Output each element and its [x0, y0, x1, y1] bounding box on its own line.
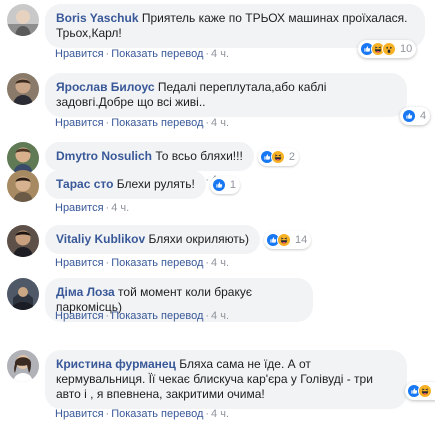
- comment-actions: Нравится·Показать перевод·4 ч.: [55, 310, 229, 322]
- comment-actions: Нравится·Показать перевод·4 ч.: [55, 48, 229, 60]
- show-translation-link[interactable]: Показать перевод: [111, 48, 203, 60]
- comment-actions: Нравится · 4 ч.: [55, 202, 129, 214]
- comment: Діма Лоза той момент коли бракує паркомі…: [0, 278, 435, 326]
- reaction-count: 1: [229, 178, 236, 191]
- separator: ·: [205, 257, 210, 269]
- comment: Тарас сто Блехи рулять! 1 Нравится · 4 ч.: [0, 170, 435, 218]
- show-translation-link[interactable]: Показать перевод: [111, 257, 203, 269]
- avatar[interactable]: [7, 73, 39, 105]
- avatar[interactable]: [7, 170, 39, 202]
- comment-author[interactable]: Діма Лоза: [56, 285, 115, 299]
- comment: Vitaliy Kublikov Бляхи окриляють) 14 Нрави…: [0, 225, 435, 273]
- reaction-summary[interactable]: 2: [257, 147, 299, 166]
- avatar[interactable]: [7, 225, 39, 257]
- show-translation-link[interactable]: Показать перевод: [111, 117, 203, 129]
- separator: ·: [205, 48, 210, 60]
- separator: ·: [205, 408, 210, 420]
- comment-actions: Нравится·Показать перевод·4 ч.: [55, 117, 229, 129]
- comment-author[interactable]: Vitaliy Kublikov: [56, 232, 145, 246]
- separator: ·: [205, 310, 210, 322]
- comment-timestamp[interactable]: 4 ч.: [211, 48, 229, 60]
- comment: Кристина фурманец Бляха сама не їде. А о…: [0, 350, 435, 424]
- separator: ·: [205, 117, 210, 129]
- comment-bubble: Dmytro Nosulich То всьо бляхи!!!: [45, 142, 254, 171]
- comment-timestamp[interactable]: 4 ч.: [211, 408, 229, 420]
- comment-actions: Нравится·Показать перевод·4 ч.: [55, 408, 229, 420]
- comment-timestamp[interactable]: 4 ч.: [211, 257, 229, 269]
- comment-author[interactable]: Boris Yaschuk: [56, 11, 139, 25]
- like-link[interactable]: Нравится: [55, 408, 104, 420]
- avatar[interactable]: [7, 4, 39, 36]
- haha-icon: [270, 149, 285, 164]
- show-translation-link[interactable]: Показать перевод: [111, 310, 203, 322]
- comment-bubble: Ярослав Билоус Педалі переплутала,або ка…: [45, 73, 407, 117]
- comment-text: То всьо бляхи!!!: [155, 149, 243, 163]
- comment-text: Бляхи окриляють): [148, 232, 250, 246]
- haha-icon: [277, 232, 292, 247]
- reaction-summary[interactable]: 10: [358, 40, 417, 58]
- like-link[interactable]: Нравится: [55, 202, 104, 214]
- show-translation-link[interactable]: Показать перевод: [111, 408, 203, 420]
- like-link[interactable]: Нравится: [55, 48, 104, 60]
- comment-timestamp[interactable]: 4 ч.: [111, 202, 129, 214]
- comment-bubble: Vitaliy Kublikov Бляхи окриляють): [45, 225, 261, 254]
- comment-author[interactable]: Тарас сто: [56, 177, 113, 191]
- reaction-count: 14: [295, 233, 308, 246]
- reaction-summary[interactable]: 4: [400, 107, 431, 125]
- reaction-count: 4: [420, 110, 427, 122]
- reaction-count: 10: [400, 43, 413, 55]
- comment-bubble: Тарас сто Блехи рулять!: [45, 170, 206, 199]
- comment-actions: Нравится·Показать перевод·4 ч.: [55, 257, 229, 269]
- like-link[interactable]: Нравится: [55, 117, 104, 129]
- like-link[interactable]: Нравится: [55, 310, 104, 322]
- like-icon: [211, 177, 226, 192]
- reaction-summary[interactable]: 1: [209, 175, 240, 194]
- comment-author[interactable]: Кристина фурманец: [56, 357, 176, 371]
- reaction-summary[interactable]: 4: [405, 382, 435, 400]
- like-icon: [402, 109, 416, 123]
- comment: Ярослав Билоус Педалі переплутала,або ка…: [0, 73, 435, 133]
- comment-author[interactable]: Ярослав Билоус: [56, 80, 155, 94]
- avatar[interactable]: [7, 350, 39, 382]
- wow-icon: [382, 42, 396, 56]
- reaction-summary[interactable]: 14: [264, 230, 312, 249]
- like-link[interactable]: Нравится: [55, 257, 104, 269]
- comment-thread: Boris Yaschuk Приятель каже по ТРЬОХ маш…: [0, 0, 435, 434]
- comment-text: Блехи рулять!: [116, 177, 195, 191]
- comment-bubble: Кристина фурманец Бляха сама не їде. А о…: [45, 350, 407, 409]
- haha-icon: [418, 384, 432, 398]
- comment: Boris Yaschuk Приятель каже по ТРЬОХ маш…: [0, 4, 435, 64]
- comment-author[interactable]: Dmytro Nosulich: [56, 149, 152, 163]
- comment-timestamp[interactable]: 4 ч.: [211, 310, 229, 322]
- reaction-count: 2: [288, 150, 295, 163]
- avatar[interactable]: [7, 278, 39, 310]
- comment-timestamp[interactable]: 4 ч.: [211, 117, 229, 129]
